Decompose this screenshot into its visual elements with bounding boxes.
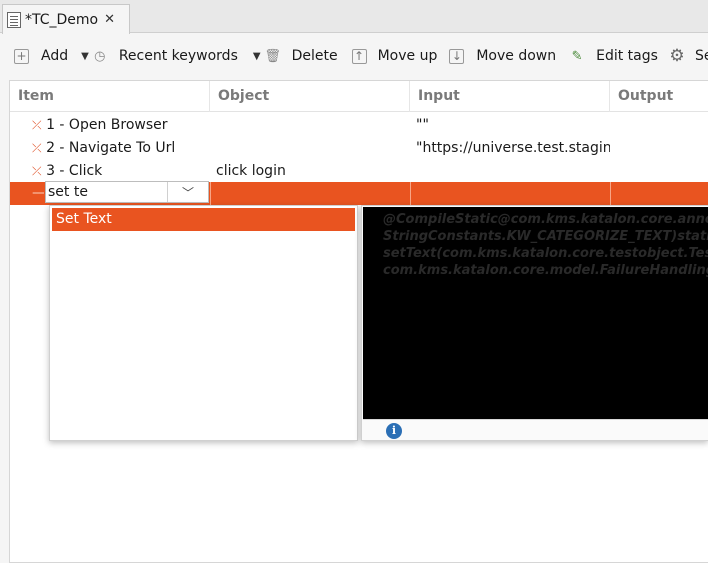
- step-label: 1 - Open Browser: [46, 117, 168, 133]
- input-cell[interactable]: "https://universe.test.staging.: [416, 137, 610, 160]
- item-cell[interactable]: ⤫ 2 - Navigate To Url: [32, 137, 210, 160]
- failed-step-icon: ⤫: [32, 164, 42, 178]
- editor-tab-bar: *TC_Demo ✕: [0, 0, 708, 34]
- toolbar: + Add ▼ ◷ Recent keywords ▼ 🗑 Delete ↑ M…: [0, 38, 708, 74]
- arrow-down-icon: ↓: [449, 48, 465, 64]
- doc-line: setText(com.kms.katalon.core.testobject.…: [383, 246, 708, 261]
- tab-title: *TC_Demo: [25, 11, 99, 28]
- keyword-suggestion-list: Set Text: [49, 205, 358, 441]
- keyword-doc-panel: @CompileStatic@com.kms.katalon.core.anno…: [361, 205, 708, 441]
- doc-footer: i: [363, 419, 708, 441]
- doc-line: @CompileStatic@com.kms.katalon.core.anno…: [383, 212, 708, 227]
- arrow-up-icon: ↑: [351, 48, 367, 64]
- input-cell[interactable]: "": [416, 114, 610, 137]
- edit-tags-button[interactable]: ✎ Edit tags: [568, 47, 658, 65]
- table-header: Item Object Input Output: [10, 81, 708, 112]
- column-header-output[interactable]: Output: [610, 81, 708, 112]
- suggestion-item[interactable]: Set Text: [52, 208, 355, 231]
- item-cell[interactable]: ⤫ 3 - Click: [32, 160, 210, 183]
- add-label: Add: [41, 48, 69, 64]
- move-down-button[interactable]: ↓ Move down: [449, 48, 556, 64]
- object-cell[interactable]: [216, 114, 410, 137]
- delete-label: Delete: [291, 48, 338, 64]
- doc-line: StringConstants.KW_CATEGORIZE_TEXT)stati…: [383, 229, 708, 244]
- table-row[interactable]: ⤫ 2 - Navigate To Url "https://universe.…: [10, 137, 708, 160]
- column-divider: [610, 182, 611, 205]
- chevron-down-icon[interactable]: ▼: [81, 51, 89, 62]
- chevron-down-icon[interactable]: ▼: [253, 51, 261, 62]
- column-header-object[interactable]: Object: [210, 81, 410, 112]
- failed-step-icon: ⤫: [32, 141, 42, 155]
- doc-signature: @CompileStatic@com.kms.katalon.core.anno…: [363, 207, 708, 419]
- move-down-label: Move down: [476, 48, 557, 64]
- column-divider: [210, 182, 211, 205]
- object-cell[interactable]: [216, 137, 410, 160]
- table-row[interactable]: ⤫ 1 - Open Browser "": [10, 114, 708, 137]
- test-case-icon: [7, 11, 21, 28]
- gear-icon: ⚙: [669, 46, 685, 66]
- delete-button[interactable]: 🗑 Delete: [264, 47, 338, 65]
- settings-label: Set: [694, 48, 708, 64]
- close-icon[interactable]: ✕: [104, 12, 115, 27]
- step-label: 3 - Click: [46, 163, 103, 179]
- history-icon: ◷: [94, 48, 106, 64]
- settings-button[interactable]: ⚙ Set: [668, 46, 708, 66]
- tab-tc-demo[interactable]: *TC_Demo ✕: [2, 4, 130, 34]
- new-step-marker-icon: —: [32, 182, 44, 205]
- item-cell[interactable]: ⤫ 1 - Open Browser: [32, 114, 210, 137]
- table-row[interactable]: ⤫ 3 - Click click login: [10, 160, 708, 183]
- move-up-button[interactable]: ↑ Move up: [351, 48, 438, 64]
- info-icon[interactable]: i: [386, 423, 402, 439]
- keyword-combo-editor[interactable]: set te ﹀: [45, 181, 209, 203]
- add-icon: +: [14, 48, 29, 64]
- add-button[interactable]: + Add: [14, 48, 68, 64]
- edit-tags-label: Edit tags: [596, 48, 658, 64]
- column-header-item[interactable]: Item: [10, 81, 210, 112]
- doc-line: com.kms.katalon.core.model.FailureHandli…: [383, 263, 708, 278]
- input-cell[interactable]: [416, 160, 610, 183]
- keyword-input[interactable]: set te: [46, 182, 168, 202]
- failed-step-icon: ⤫: [32, 118, 42, 132]
- chevron-down-icon[interactable]: ﹀: [168, 182, 208, 202]
- trash-icon: 🗑: [264, 48, 281, 64]
- column-header-input[interactable]: Input: [410, 81, 610, 112]
- move-up-label: Move up: [377, 48, 438, 64]
- recent-keywords-button[interactable]: ◷ Recent keywords: [91, 47, 238, 65]
- recent-keywords-label: Recent keywords: [118, 48, 238, 64]
- column-divider: [410, 182, 411, 205]
- step-label: 2 - Navigate To Url: [46, 140, 176, 156]
- tag-edit-icon: ✎: [571, 48, 583, 64]
- object-cell[interactable]: click login: [216, 160, 410, 183]
